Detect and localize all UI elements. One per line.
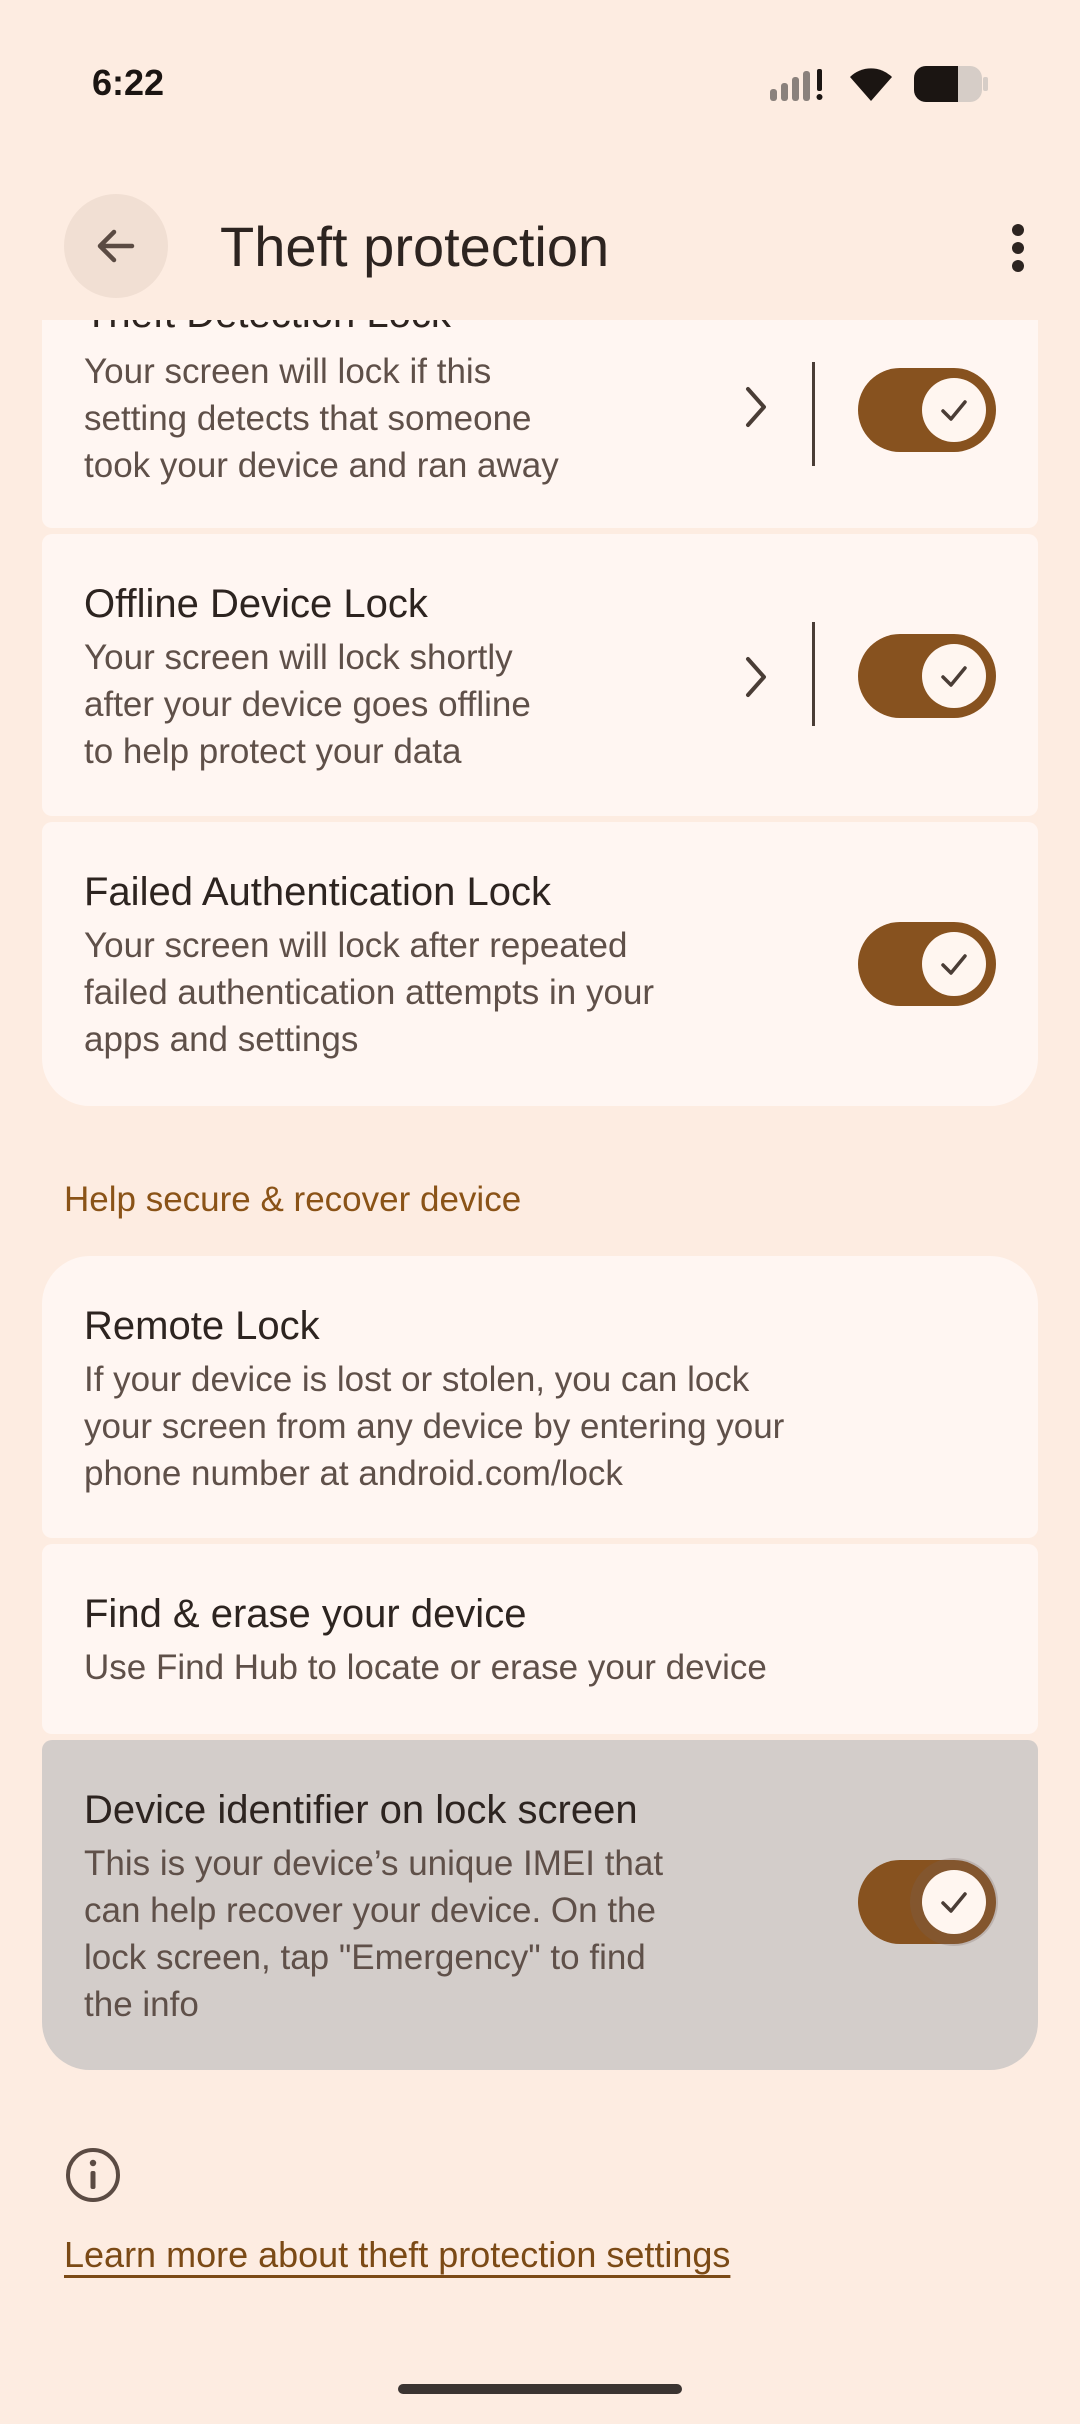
- device-identifier-title: Device identifier on lock screen: [84, 1788, 638, 1832]
- check-icon: [941, 1892, 967, 1913]
- remote-lock-item[interactable]: Remote Lock If your device is lost or st…: [42, 1256, 1038, 1538]
- section-header: Help secure & recover device: [64, 1180, 522, 1219]
- offline-device-lock-title: Offline Device Lock: [84, 582, 428, 626]
- check-icon: [941, 954, 967, 975]
- more-vert-icon: [1012, 224, 1024, 272]
- wifi-icon: [850, 68, 892, 101]
- more-options-button[interactable]: [986, 208, 1050, 288]
- theft-detection-lock-item[interactable]: Theft Detection Lock Your screen will lo…: [42, 320, 1038, 528]
- vertical-divider: [812, 362, 815, 466]
- theft-detection-lock-summary: Your screen will lock if this setting de…: [84, 352, 559, 485]
- status-time: 6:22: [92, 62, 165, 103]
- offline-device-lock-summary: Your screen will lock shortly after your…: [84, 638, 531, 771]
- learn-more-link[interactable]: Learn more about theft protection settin…: [64, 2234, 730, 2276]
- remote-lock-summary: If your device is lost or stolen, you ca…: [84, 1360, 785, 1493]
- settings-list[interactable]: Theft Detection Lock Your screen will lo…: [0, 320, 1080, 2300]
- status-icons: [770, 66, 988, 102]
- signal-icon: [770, 69, 823, 101]
- find-erase-device-item[interactable]: Find & erase your device Use Find Hub to…: [42, 1544, 1038, 1734]
- failed-authentication-lock-summary: Your screen will lock after repeated fai…: [84, 926, 655, 1059]
- find-erase-device-summary: Use Find Hub to locate or erase your dev…: [84, 1648, 767, 1687]
- battery-icon: [914, 66, 988, 102]
- offline-device-lock-switch[interactable]: [858, 634, 996, 718]
- chevron-right-icon: [736, 652, 776, 702]
- home-gesture-bar[interactable]: [398, 2384, 682, 2394]
- vertical-divider: [812, 622, 815, 726]
- chevron-right-icon: [736, 382, 776, 432]
- device-identifier-item[interactable]: Device identifier on lock screen This is…: [42, 1740, 1038, 2070]
- remote-lock-title: Remote Lock: [84, 1304, 320, 1348]
- device-identifier-switch[interactable]: [858, 1860, 996, 1944]
- arrow-back-icon: [97, 229, 135, 263]
- failed-authentication-lock-item[interactable]: Failed Authentication Lock Your screen w…: [42, 822, 1038, 1106]
- check-icon: [941, 666, 967, 687]
- check-icon: [941, 400, 967, 421]
- device-identifier-summary: This is your device’s unique IMEI that c…: [84, 1844, 664, 2024]
- find-erase-device-title: Find & erase your device: [84, 1592, 527, 1636]
- failed-authentication-lock-title: Failed Authentication Lock: [84, 870, 551, 914]
- failed-authentication-lock-switch[interactable]: [858, 922, 996, 1006]
- status-bar: 6:22: [0, 0, 1080, 170]
- app-bar: Theft protection: [0, 190, 1080, 306]
- theft-detection-lock-switch[interactable]: [858, 368, 996, 452]
- theft-detection-lock-title: Theft Detection Lock: [84, 320, 451, 337]
- info-icon: [66, 2148, 120, 2202]
- page-title: Theft protection: [220, 215, 610, 278]
- offline-device-lock-item[interactable]: Offline Device Lock Your screen will loc…: [42, 534, 1038, 816]
- back-button[interactable]: [64, 194, 168, 298]
